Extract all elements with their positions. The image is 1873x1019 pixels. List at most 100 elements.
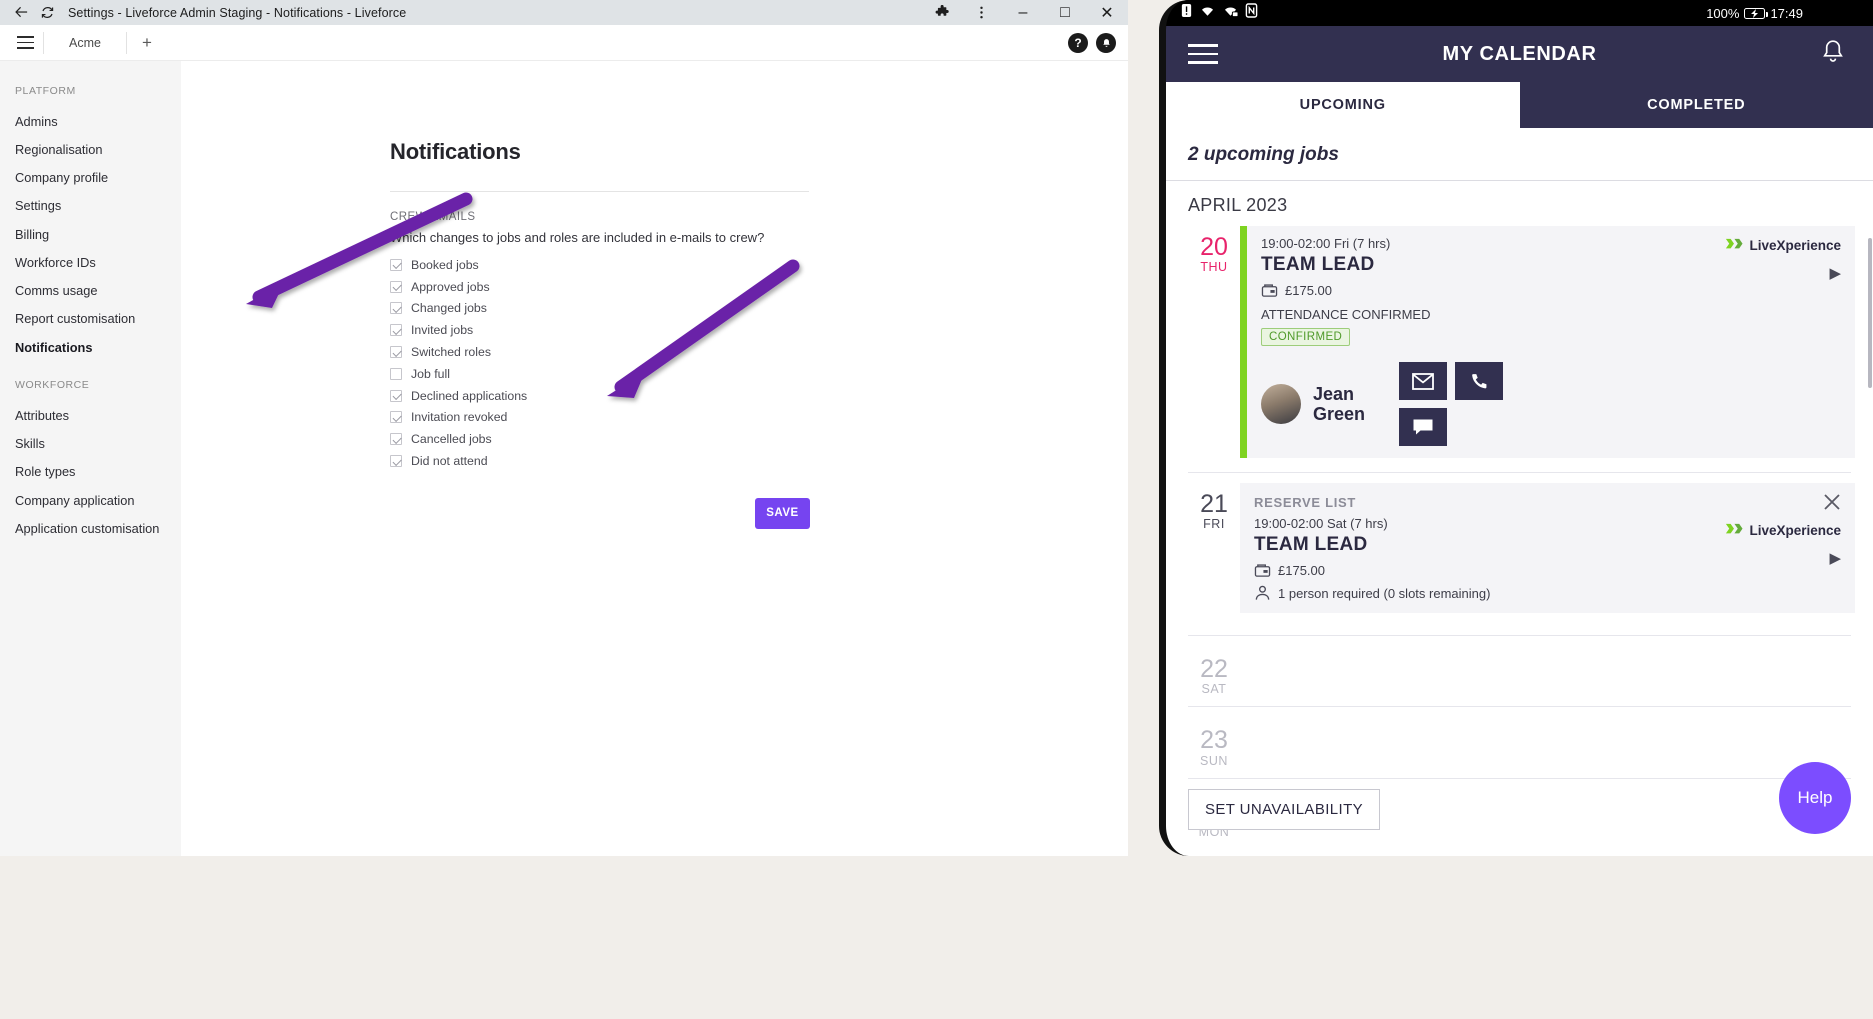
chevron-right-icon[interactable]: ▶ [1829,549,1841,567]
checkbox-invited-jobs[interactable] [390,324,402,337]
close-button[interactable]: ✕ [1086,0,1128,25]
sidebar-item-settings[interactable]: Settings [0,192,181,220]
status-badge: CONFIRMED [1261,328,1351,346]
checkbox-row[interactable]: Approved jobs [390,276,1128,298]
reload-icon[interactable] [34,0,60,25]
sidebar-item-company-application[interactable]: Company application [0,486,181,514]
tab-completed[interactable]: COMPLETED [1520,82,1873,128]
crew-first-name: Jean [1313,383,1355,404]
checkbox-label: Job full [411,366,450,381]
scrollbar[interactable] [1868,238,1872,388]
calendar-tabs: UPCOMING COMPLETED [1166,82,1873,128]
phone-device: 100% 17:49 MY CALENDAR UPCOMING COMPLETE… [1159,0,1873,1019]
day-column: 22 SAT [1188,648,1240,697]
checkbox-declined-applications[interactable] [390,389,402,402]
phone-icon[interactable] [1455,362,1504,400]
crew-action-buttons [1399,362,1511,446]
help-icon[interactable]: ? [1068,33,1088,53]
crew-last-name: Green [1313,404,1366,424]
divider [1188,777,1851,779]
window-controls: – □ ✕ [924,0,1128,25]
day-number: 21 [1200,490,1228,518]
checkbox-row[interactable]: Booked jobs [390,254,1128,276]
chevron-right-icon[interactable]: ▶ [1829,264,1841,282]
puzzle-icon[interactable] [924,0,960,25]
sidebar-item-company-profile[interactable]: Company profile [0,164,181,192]
maximize-button[interactable]: □ [1044,0,1086,25]
checkbox-row[interactable]: Cancelled jobs [390,428,1128,450]
day-number: 22 [1200,655,1228,683]
hamburger-menu-icon[interactable] [10,28,40,58]
sidebar-item-workforce-ids[interactable]: Workforce IDs [0,248,181,276]
upcoming-jobs-summary: 2 upcoming jobs [1166,128,1873,181]
sidebar-item-attributes[interactable]: Attributes [0,401,181,429]
job-card[interactable]: RESERVE LIST 19:00-02:00 Sat (7 hrs) Liv… [1240,483,1855,613]
new-tab-button[interactable]: + [130,34,164,51]
sidebar-item-billing[interactable]: Billing [0,220,181,248]
sidebar-item-skills[interactable]: Skills [0,430,181,458]
sidebar-group-workforce: WORKFORCE [15,379,90,392]
back-arrow-icon[interactable] [8,0,34,25]
clock-time: 17:49 [1770,5,1803,21]
sidebar-item-role-types[interactable]: Role types [0,458,181,486]
checkbox-approved-jobs[interactable] [390,280,402,293]
sidebar-item-report-customisation[interactable]: Report customisation [0,305,181,333]
job-attendance-status: ATTENDANCE CONFIRMED [1261,307,1431,322]
checkbox-row[interactable]: Invitation revoked [390,407,1128,429]
bell-icon[interactable] [1096,33,1116,53]
sidebar-item-admins[interactable]: Admins [0,107,181,135]
set-unavailability-button[interactable]: SET UNAVAILABILITY [1188,789,1381,830]
status-icons-right: 100% 17:49 [1706,6,1803,21]
avatar [1261,384,1301,424]
status-icons-left [1180,3,1258,23]
checkbox-row[interactable]: Changed jobs [390,298,1128,320]
sidebar-item-notifications[interactable]: Notifications [0,333,181,361]
calendar-scroll-area[interactable]: 2 upcoming jobs APRIL 2023 20 THU LiveXp… [1166,128,1873,856]
checkbox-job-full[interactable] [390,367,402,380]
checkbox-row[interactable]: Invited jobs [390,319,1128,341]
battery-charging-icon [1744,7,1769,19]
brand-logo: LiveXperience [1724,236,1841,255]
checkbox-row[interactable]: Switched roles [390,341,1128,363]
checkbox-row[interactable]: Did not attend [390,450,1128,472]
checkbox-cancelled-jobs[interactable] [390,433,402,446]
minimize-button[interactable]: – [1002,0,1044,25]
message-icon[interactable] [1399,408,1448,446]
email-icon[interactable] [1399,362,1448,400]
checkbox-switched-roles[interactable] [390,346,402,359]
section-label-crew-emails: CREW EMAILS [390,211,476,223]
day-number: 23 [1200,726,1228,755]
cast-icon [1222,3,1239,23]
livexperience-logo-icon [1726,523,1743,534]
crew-name: Jean Green [1313,384,1365,424]
brand-logo: LiveXperience [1724,521,1841,540]
tab-acme[interactable]: Acme [47,36,123,50]
checkbox-label: Invited jobs [411,323,474,338]
checkbox-row[interactable]: Job full [390,363,1128,385]
divider [1188,706,1851,708]
checkbox-label: Switched roles [411,345,491,360]
kebab-menu-icon[interactable] [960,0,1002,25]
sidebar-item-regionalisation[interactable]: Regionalisation [0,135,181,163]
checkbox-row[interactable]: Declined applications [390,385,1128,407]
crew-member: Jean Green [1261,362,1841,446]
checkbox-label: Declined applications [411,388,528,403]
sidebar-item-comms-usage[interactable]: Comms usage [0,277,181,305]
calendar-day-row: 20 THU LiveXperience 19:00-02:00 Fri (7 … [1166,226,1873,458]
close-icon[interactable] [1823,493,1841,515]
checkbox-booked-jobs[interactable] [390,258,402,271]
divider [43,31,44,54]
save-button[interactable]: SAVE [755,497,810,529]
tab-upcoming[interactable]: UPCOMING [1166,82,1520,128]
help-button[interactable]: Help [1779,762,1851,834]
checkbox-changed-jobs[interactable] [390,302,402,315]
day-column: 23 SUN [1188,719,1240,768]
job-card[interactable]: LiveXperience 19:00-02:00 Fri (7 hrs) TE… [1240,226,1855,458]
checkbox-invitation-revoked[interactable] [390,411,402,424]
livexperience-logo-icon [1726,238,1743,249]
calendar-day-row: 21 FRI RESERVE LIST 19:00-02:00 Sat (7 h… [1166,483,1873,613]
checkbox-did-not-attend[interactable] [390,455,402,468]
battery-percent: 100% [1706,5,1740,21]
bell-icon[interactable] [1821,39,1845,70]
sidebar-item-application-customisation[interactable]: Application customisation [0,514,181,542]
